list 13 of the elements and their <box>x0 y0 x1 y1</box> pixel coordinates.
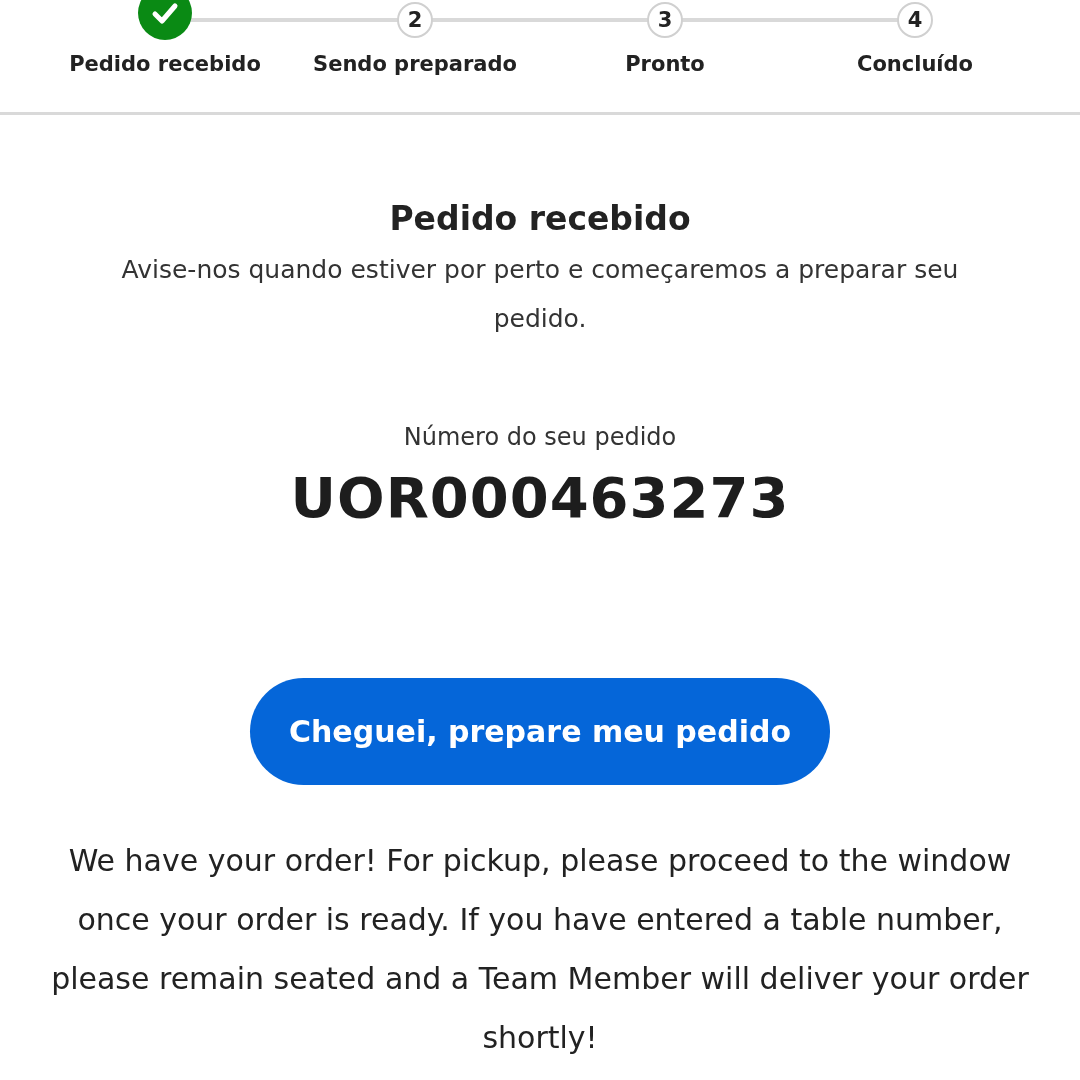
order-number: UOR000463273 <box>290 465 790 530</box>
step-label: Pronto <box>625 52 705 76</box>
step-number: 2 <box>397 2 433 38</box>
step-label: Sendo preparado <box>313 52 517 76</box>
step-number: 4 <box>897 2 933 38</box>
status-title: Pedido recebido <box>389 198 691 240</box>
step-number: 3 <box>647 2 683 38</box>
step-label: Concluído <box>856 52 973 76</box>
status-message: Avise-nos quando estiver por perto e começaremos a preparar seu pedido. <box>120 254 960 335</box>
step-label: Pedido recebido <box>69 52 261 76</box>
pickup-note: We have your order! For pickup, please proceed to the window once your order is ready. If you have entered a table number, please remain seated and a Team Member will deliver your order shortly! <box>50 842 1030 1057</box>
arrived-button[interactable]: Cheguei, prepare meu pedido <box>250 678 830 785</box>
order-number-label: Número do seu pedido <box>403 423 677 451</box>
